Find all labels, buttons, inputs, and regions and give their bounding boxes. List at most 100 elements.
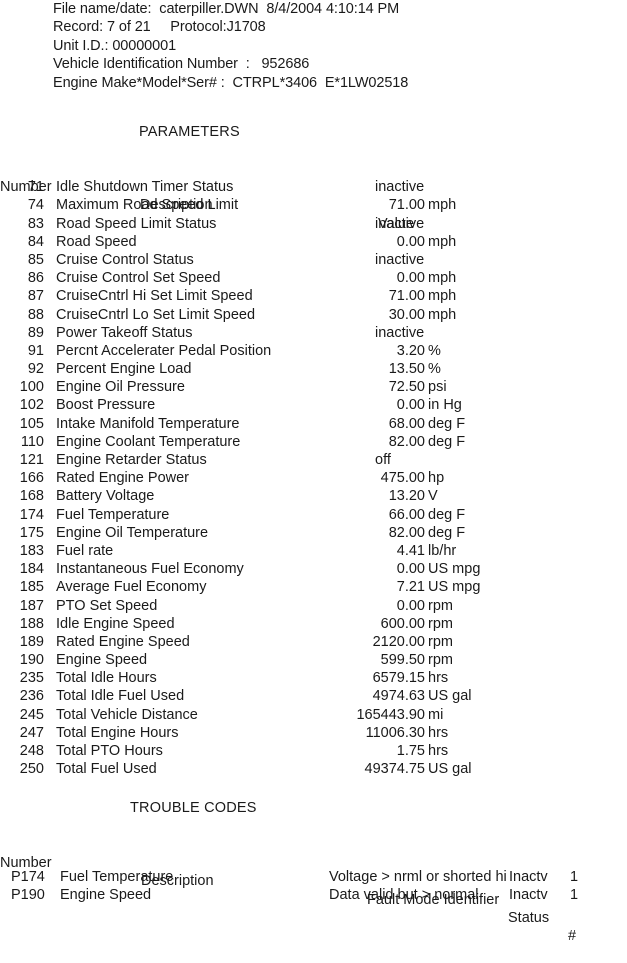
parameter-value-unit: lb/hr bbox=[428, 542, 457, 559]
parameter-value-unit: in Hg bbox=[428, 397, 462, 414]
parameter-number: 190 bbox=[19, 652, 44, 669]
parameter-value-number: 6579.15 bbox=[372, 670, 425, 687]
parameter-row: 89 Power Takeoff Status inactive bbox=[0, 324, 627, 342]
header-line-unit-id: Unit I.D.: 00000001 bbox=[53, 37, 177, 54]
parameter-description: Idle Engine Speed bbox=[56, 615, 175, 632]
parameter-row: 185 Average Fuel Economy 7.21 US mpg bbox=[0, 578, 627, 596]
parameter-number: 250 bbox=[19, 761, 44, 778]
parameter-value-number: 1.75 bbox=[396, 743, 425, 759]
parameter-number: 248 bbox=[19, 743, 44, 759]
header-line-vin: Vehicle Identification Number : 952686 bbox=[53, 56, 310, 73]
parameter-value-number: 0.00 bbox=[396, 270, 425, 287]
parameter-row: 236 Total Idle Fuel Used 4974.63 US gal bbox=[0, 687, 627, 705]
parameter-value-number: 13.20 bbox=[388, 488, 425, 505]
parameter-description: Engine Retarder Status bbox=[56, 452, 207, 468]
parameter-value-number: 71.00 bbox=[388, 197, 425, 214]
parameter-description: Total Engine Hours bbox=[56, 724, 179, 741]
parameter-value-unit: US mpg bbox=[428, 561, 481, 578]
parameter-value-number: 0.00 bbox=[396, 597, 425, 614]
parameter-description: Battery Voltage bbox=[56, 488, 155, 505]
parameter-row: 235 Total Idle Hours 6579.15 hrs bbox=[0, 669, 627, 687]
parameter-description: Total PTO Hours bbox=[56, 743, 163, 759]
trouble-code-number: P174 bbox=[11, 869, 45, 886]
parameter-number: 189 bbox=[19, 633, 44, 650]
parameter-value-number: 599.50 bbox=[380, 652, 425, 669]
parameter-value-number: 7.21 bbox=[396, 579, 425, 596]
parameter-number: 87 bbox=[27, 288, 44, 305]
parameter-number: 84 bbox=[27, 233, 44, 250]
parameter-number: 88 bbox=[27, 306, 44, 323]
report-header: File name/date: caterpiller.DWN 8/4/2004… bbox=[53, 0, 613, 92]
header-line-filename: File name/date: caterpiller.DWN 8/4/2004… bbox=[53, 1, 400, 17]
trouble-code-count: 1 bbox=[570, 887, 579, 904]
parameter-description: Rated Engine Power bbox=[56, 470, 189, 487]
parameter-row: 174 Fuel Temperature 66.00 deg F bbox=[0, 506, 627, 524]
parameter-row: 105 Intake Manifold Temperature 68.00 deg F bbox=[0, 415, 627, 433]
parameter-number: 245 bbox=[19, 706, 44, 723]
parameter-value-unit: mph bbox=[428, 306, 457, 323]
parameter-value-text: off bbox=[375, 452, 391, 468]
parameter-row: 188 Idle Engine Speed 600.00 rpm bbox=[0, 615, 627, 633]
parameter-description: Intake Manifold Temperature bbox=[56, 415, 240, 432]
parameter-description: Rated Engine Speed bbox=[56, 633, 190, 650]
parameter-number: 105 bbox=[19, 415, 44, 432]
parameter-value-number: 600.00 bbox=[380, 615, 425, 632]
parameter-row: 92 Percent Engine Load 13.50% bbox=[0, 360, 627, 378]
parameter-description: Road Speed bbox=[56, 233, 137, 250]
parameter-description: Fuel rate bbox=[56, 542, 114, 559]
parameter-description: Engine Oil Pressure bbox=[56, 379, 185, 396]
parameter-number: 85 bbox=[27, 251, 44, 268]
parameter-value-unit: psi bbox=[428, 379, 447, 396]
parameter-row: 184 Instantaneous Fuel Economy 0.00 US mpg bbox=[0, 560, 627, 578]
parameter-number: 185 bbox=[19, 579, 44, 596]
parameter-value-unit: mph bbox=[428, 270, 457, 287]
parameter-number: 183 bbox=[19, 542, 44, 559]
parameter-number: 110 bbox=[20, 433, 44, 450]
parameter-description: Engine Speed bbox=[56, 652, 148, 669]
parameter-value-unit: US gal bbox=[428, 761, 472, 778]
parameter-value-number: 82.00 bbox=[388, 524, 425, 541]
trouble-code-fmi: Voltage > nrml or shorted hi bbox=[329, 869, 507, 886]
parameter-value-unit: hrs bbox=[428, 724, 449, 741]
parameter-description: Power Takeoff Status bbox=[56, 324, 193, 341]
trouble-codes-section-title: TROUBLE CODES bbox=[130, 800, 257, 816]
parameter-description: Cruise Control Set Speed bbox=[56, 270, 221, 287]
parameter-value-number: 82.00 bbox=[388, 433, 425, 450]
parameter-number: 236 bbox=[19, 688, 44, 705]
parameter-description: Cruise Control Status bbox=[56, 251, 194, 268]
parameter-number: 174 bbox=[19, 506, 44, 523]
parameter-value-text: inactive bbox=[375, 179, 425, 196]
parameter-value-unit: deg F bbox=[428, 433, 466, 450]
parameter-description: Total Fuel Used bbox=[56, 761, 157, 778]
parameter-value-unit: % bbox=[428, 342, 441, 359]
parameter-value-unit: % bbox=[428, 361, 441, 378]
parameter-description: Average Fuel Economy bbox=[56, 579, 207, 596]
parameter-description: Percent Engine Load bbox=[56, 361, 192, 378]
parameter-value-number: 4.41 bbox=[396, 542, 425, 559]
parameter-value-unit: rpm bbox=[428, 652, 453, 669]
parameter-row: 102 Boost Pressure 0.00 in Hg bbox=[0, 396, 627, 414]
parameter-value-unit: rpm bbox=[428, 633, 453, 650]
parameter-row: 121 Engine Retarder Status off bbox=[0, 451, 627, 469]
header-line-record: Record: 7 of 21 Protocol:J1708 bbox=[53, 19, 266, 36]
parameter-row: 175 Engine Oil Temperature 82.00 deg F bbox=[0, 524, 627, 542]
parameter-description: Total Vehicle Distance bbox=[56, 706, 198, 723]
trouble-code-row: P174 Fuel Temperature Voltage > nrml or sh… bbox=[0, 868, 627, 886]
parameter-row: 247 Total Engine Hours 11006.30 hrs bbox=[0, 724, 627, 742]
parameter-description: Engine Coolant Temperature bbox=[56, 433, 241, 450]
parameter-number: 175 bbox=[19, 524, 44, 541]
trouble-code-fmi: Data valid but > normal bbox=[329, 887, 479, 904]
parameter-value-number: 49374.75 bbox=[364, 761, 425, 778]
parameter-description: PTO Set Speed bbox=[56, 597, 158, 614]
parameter-value-unit: V bbox=[428, 488, 438, 505]
trouble-codes-header-row: Number Description Fault Mode Identifier… bbox=[0, 836, 627, 944]
parameter-row: 83 Road Speed Limit Status inactive bbox=[0, 215, 627, 233]
trouble-code-description: Fuel Temperature bbox=[60, 869, 174, 886]
parameter-row: 190 Engine Speed 599.50 rpm bbox=[0, 651, 627, 669]
trouble-code-row: P190 Engine Speed Data valid but > normal I… bbox=[0, 886, 627, 904]
parameter-value-number: 4974.63 bbox=[372, 688, 425, 705]
parameter-row: 91 Percnt Accelerater Pedal Position 3.20% bbox=[0, 342, 627, 360]
parameters-header-row: Number Description Value bbox=[0, 160, 627, 231]
parameter-row: 189 Rated Engine Speed 2120.00 rpm bbox=[0, 633, 627, 651]
parameter-row: 166 Rated Engine Power 475.00 hp bbox=[0, 469, 627, 487]
